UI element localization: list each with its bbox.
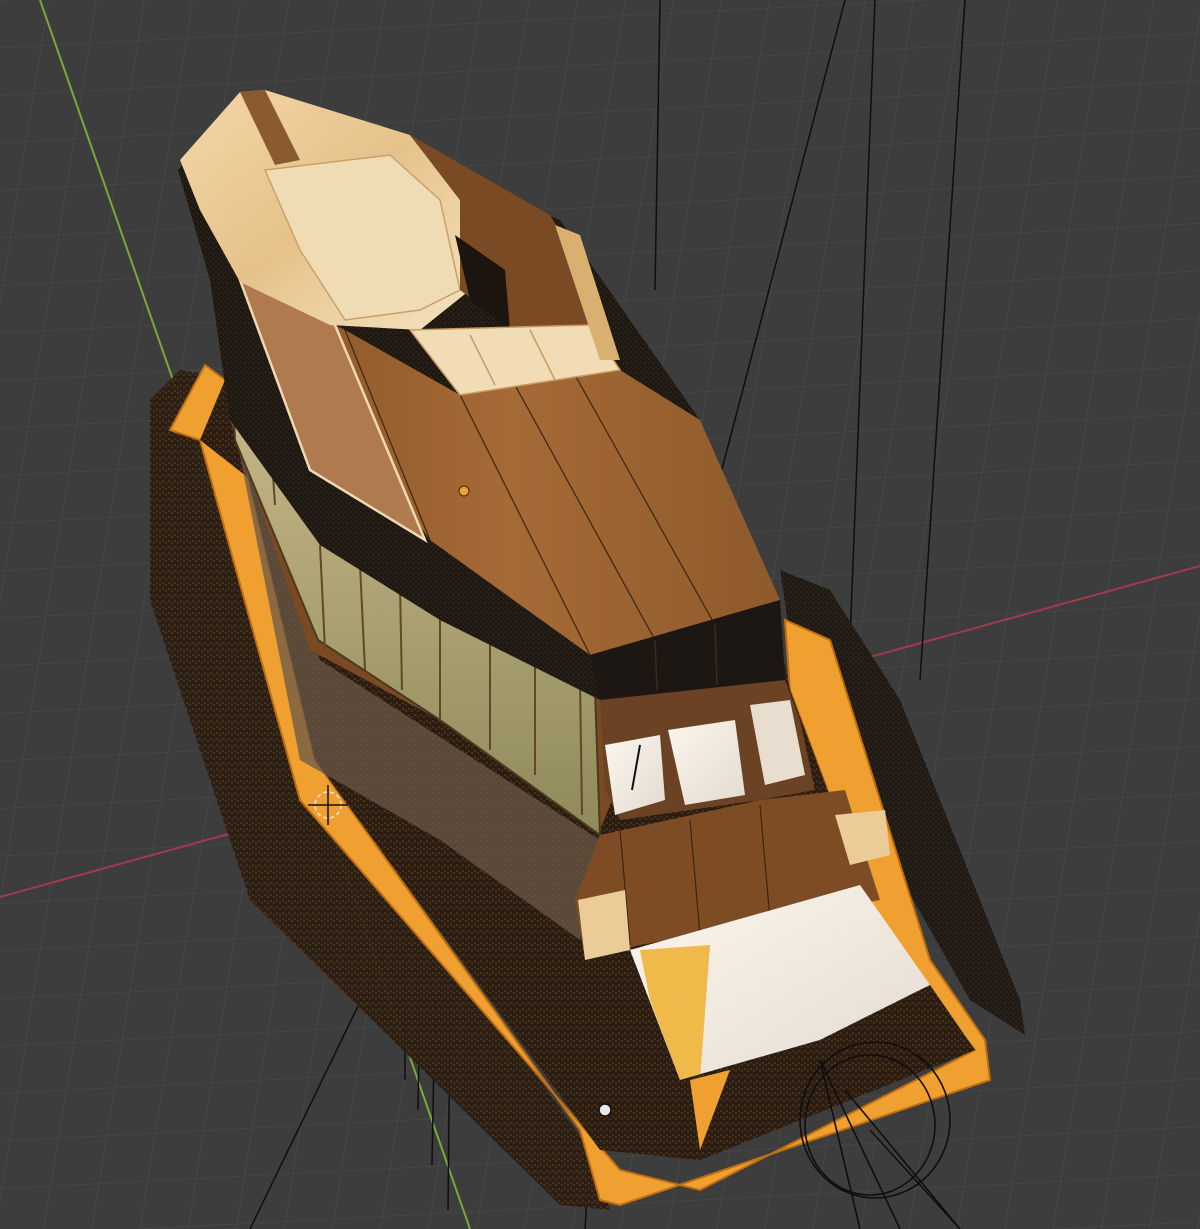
origin-dot-icon[interactable] xyxy=(458,485,470,497)
3d-viewport[interactable] xyxy=(0,0,1200,1229)
light-icon[interactable] xyxy=(598,1103,612,1117)
aft-step-left xyxy=(578,890,630,960)
viewport-canvas[interactable] xyxy=(0,0,1200,1229)
